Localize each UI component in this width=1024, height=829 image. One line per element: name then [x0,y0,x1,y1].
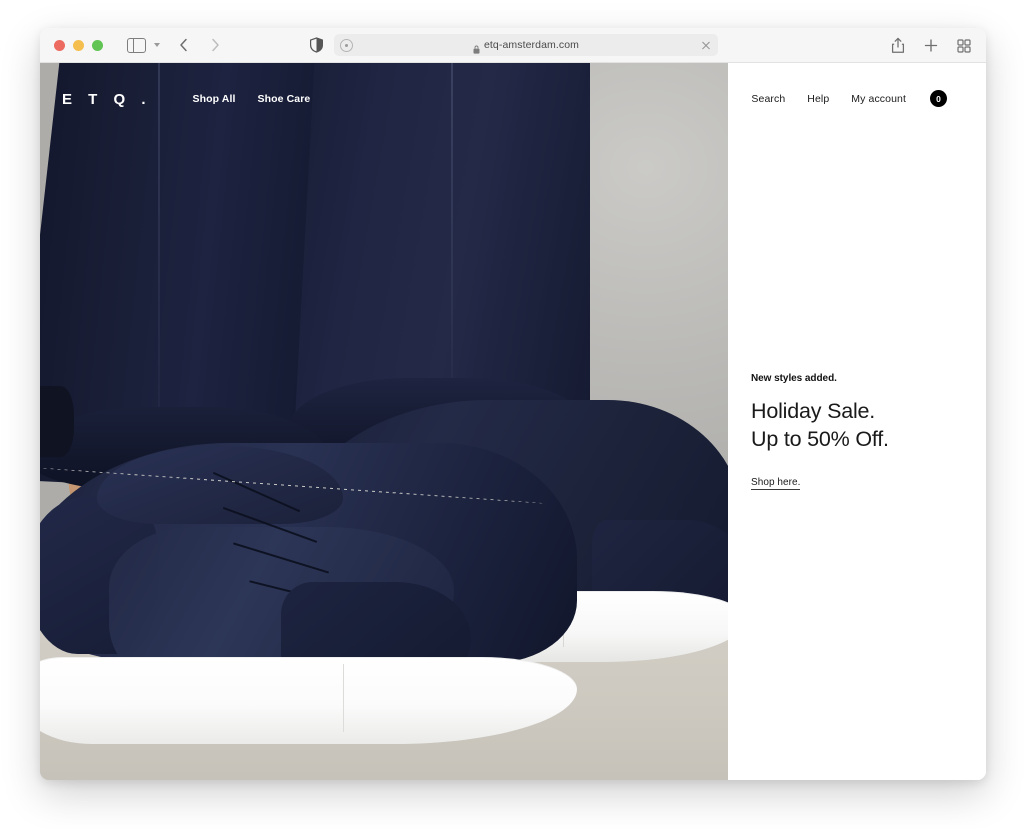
browser-toolbar: etq-amsterdam.com [40,28,986,63]
back-button[interactable] [177,36,191,54]
chevron-down-icon[interactable] [154,43,160,47]
new-tab-icon[interactable] [923,37,939,54]
promo-panel: Search Help My account 0 New styles adde… [728,63,986,780]
close-icon[interactable] [700,39,712,51]
site-header: E T Q . Shop All Shoe Care [40,63,728,135]
nav-item-my-account[interactable]: My account [851,93,906,105]
sneaker-front-sole [40,656,577,745]
primary-nav: Shop All Shoe Care [193,93,311,105]
utility-nav: Search Help My account 0 [751,90,947,107]
shield-icon[interactable] [309,37,324,53]
address-bar[interactable]: etq-amsterdam.com [333,34,718,56]
browser-window: etq-amsterdam.com E T Q . Shop All Shoe … [40,28,986,780]
promo-headline: Holiday Sale. Up to 50% Off. [751,398,961,454]
maximize-window-button[interactable] [92,39,103,51]
tab-overview-icon[interactable] [956,37,972,54]
sidebar-toggle-icon[interactable] [127,37,146,53]
shop-here-link[interactable]: Shop here. [751,477,801,490]
url-text: etq-amsterdam.com [483,39,580,51]
promo-content: New styles added. Holiday Sale. Up to 50… [751,373,961,490]
nav-item-shop-all[interactable]: Shop All [193,93,236,105]
promo-headline-line-1: Holiday Sale. [751,399,876,423]
minimize-window-button[interactable] [73,39,84,51]
hero-image[interactable]: E T Q . Shop All Shoe Care [40,63,728,780]
promo-headline-line-2: Up to 50% Off. [751,426,889,451]
nav-item-help[interactable]: Help [807,93,829,105]
nav-item-shoe-care[interactable]: Shoe Care [258,93,311,105]
nav-item-search[interactable]: Search [751,93,785,105]
hero-edge-accent [40,385,75,458]
share-icon[interactable] [890,37,906,54]
reload-icon[interactable] [339,38,353,52]
lock-icon [473,41,480,54]
window-controls [54,39,103,51]
cart-badge[interactable]: 0 [930,90,947,107]
forward-button[interactable] [208,36,222,54]
toolbar-actions [890,37,972,54]
site-logo[interactable]: E T Q . [62,92,152,107]
promo-eyebrow: New styles added. [751,373,837,384]
nav-controls [103,36,222,54]
page-content: E T Q . Shop All Shoe Care Search Help M… [40,63,986,780]
sneaker-front [40,443,577,745]
close-window-button[interactable] [54,39,65,51]
